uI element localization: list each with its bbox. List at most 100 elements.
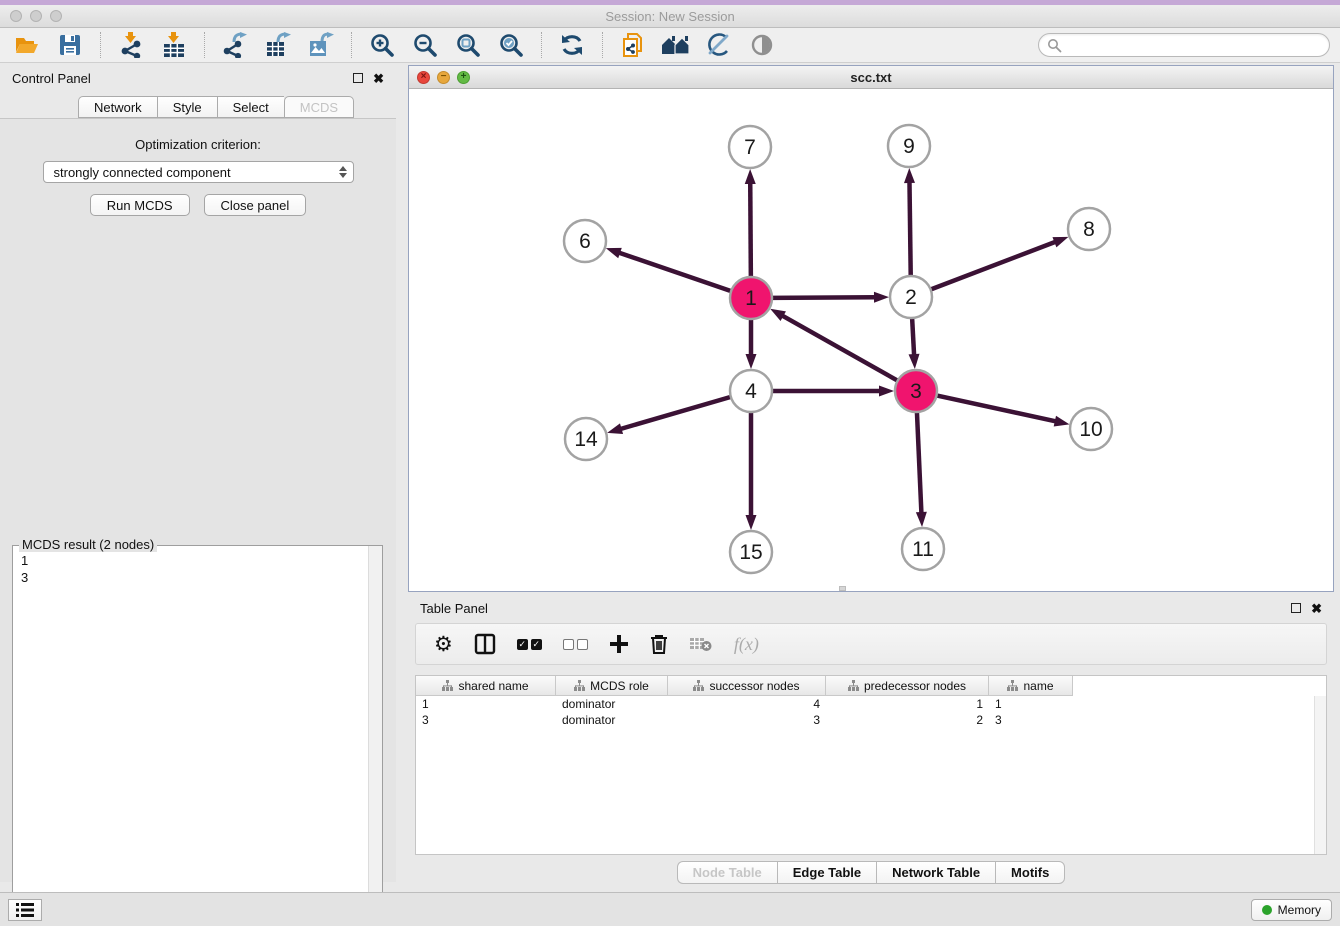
mcds-result-lines: 1 3 xyxy=(13,548,367,922)
edge-3-1[interactable] xyxy=(781,315,897,381)
edge-arrowhead xyxy=(879,386,894,397)
table-cell[interactable]: dominator xyxy=(556,696,668,712)
select-stepper-icon xyxy=(339,166,347,178)
table-tab-motifs[interactable]: Motifs xyxy=(995,861,1065,884)
search-input[interactable] xyxy=(1062,38,1321,52)
app-titlebar: Session: New Session xyxy=(0,5,1340,28)
criterion-value: strongly connected component xyxy=(54,165,231,180)
table-cell[interactable]: 2 xyxy=(826,712,989,728)
add-column-icon[interactable] xyxy=(609,631,629,657)
toolbar-separator xyxy=(351,32,352,58)
column-header-label: MCDS role xyxy=(590,679,649,693)
zoom-fit-icon[interactable] xyxy=(451,31,485,59)
control-tab-mcds[interactable]: MCDS xyxy=(284,96,354,118)
edge-2-8[interactable] xyxy=(931,241,1057,289)
apply-function-icon[interactable]: f(x) xyxy=(734,631,759,657)
mcds-tab-content: Optimization criterion: strongly connect… xyxy=(0,118,396,882)
hide-selected-icon[interactable] xyxy=(702,31,736,59)
graph-node-label: 6 xyxy=(579,230,591,253)
table-row: 3dominator323 xyxy=(416,712,1326,728)
result-scrollbar[interactable] xyxy=(368,546,382,922)
import-table-icon[interactable] xyxy=(157,31,191,59)
export-network-icon[interactable] xyxy=(218,31,252,59)
close-panel-button[interactable]: Close panel xyxy=(204,194,307,216)
refresh-view-icon[interactable] xyxy=(555,31,589,59)
edge-arrowhead xyxy=(916,512,927,527)
network-canvas[interactable]: 1234678910111415 xyxy=(409,89,1333,591)
column-header-label: predecessor nodes xyxy=(864,679,966,693)
graph-node-label: 3 xyxy=(910,380,922,403)
table-cell[interactable]: dominator xyxy=(556,712,668,728)
float-panel-icon[interactable] xyxy=(1291,603,1301,613)
table-tab-edge-table[interactable]: Edge Table xyxy=(777,861,876,884)
zoom-in-icon[interactable] xyxy=(365,31,399,59)
table-cell[interactable]: 3 xyxy=(668,712,826,728)
search-field[interactable] xyxy=(1038,33,1330,57)
edge-1-7[interactable] xyxy=(750,182,751,277)
edge-arrowhead xyxy=(904,168,915,183)
task-history-button[interactable] xyxy=(8,899,42,921)
table-cell[interactable]: 1 xyxy=(416,696,556,712)
table-cell[interactable]: 3 xyxy=(416,712,556,728)
edge-2-9[interactable] xyxy=(909,181,910,276)
edge-4-14[interactable] xyxy=(620,397,731,429)
graph-node-label: 1 xyxy=(745,287,757,310)
network-view-frame: × − + scc.txt 1234678910111415 xyxy=(408,65,1334,592)
float-panel-icon[interactable] xyxy=(353,73,363,83)
table-options-icon[interactable]: ⚙ xyxy=(434,631,453,657)
memory-button[interactable]: Memory xyxy=(1251,899,1332,921)
import-network-icon[interactable] xyxy=(114,31,148,59)
select-all-icon[interactable]: ✓✓ xyxy=(517,631,542,657)
edge-1-6[interactable] xyxy=(618,252,731,291)
table-tab-network-table[interactable]: Network Table xyxy=(876,861,995,884)
delete-table-icon[interactable] xyxy=(689,631,713,657)
control-tab-select[interactable]: Select xyxy=(217,96,284,118)
run-mcds-button[interactable]: Run MCDS xyxy=(90,194,190,216)
table-scrollbar[interactable] xyxy=(1314,696,1326,854)
edge-arrowhead xyxy=(874,292,889,303)
edge-arrowhead xyxy=(1052,237,1068,247)
clone-network-icon[interactable] xyxy=(616,31,650,59)
network-frame-titlebar[interactable]: × − + scc.txt xyxy=(409,66,1333,89)
network-frame-title: scc.txt xyxy=(409,70,1333,85)
edge-1-2[interactable] xyxy=(772,297,876,298)
table-cell[interactable]: 4 xyxy=(668,696,826,712)
graph-node-label: 8 xyxy=(1083,218,1095,241)
zoom-selected-icon[interactable] xyxy=(494,31,528,59)
edge-3-10[interactable] xyxy=(937,395,1057,421)
table-tab-node-table[interactable]: Node Table xyxy=(677,861,777,884)
graph-node-label: 2 xyxy=(905,286,917,309)
column-selector-icon[interactable] xyxy=(474,631,496,657)
column-header-predecessor-nodes[interactable]: predecessor nodes xyxy=(826,676,989,696)
save-session-icon[interactable] xyxy=(53,31,87,59)
column-sort-icon xyxy=(693,680,704,691)
table-cell[interactable]: 1 xyxy=(989,696,1073,712)
mcds-result-box[interactable]: MCDS result (2 nodes) 1 3 xyxy=(12,545,383,923)
splitter-grabber[interactable] xyxy=(839,586,846,591)
close-panel-icon[interactable]: ✖ xyxy=(373,72,384,85)
table-cell[interactable]: 3 xyxy=(989,712,1073,728)
export-table-icon[interactable] xyxy=(261,31,295,59)
toggle-graphics-details-icon[interactable] xyxy=(745,31,779,59)
column-header-name[interactable]: name xyxy=(989,676,1073,696)
list-icon xyxy=(16,903,34,917)
edge-2-3[interactable] xyxy=(912,318,914,356)
graph-node-label: 15 xyxy=(739,541,762,564)
zoom-out-icon[interactable] xyxy=(408,31,442,59)
control-tab-network[interactable]: Network xyxy=(78,96,157,118)
close-panel-icon[interactable]: ✖ xyxy=(1311,602,1322,615)
delete-column-icon[interactable] xyxy=(650,631,668,657)
edge-arrowhead xyxy=(745,169,756,184)
column-header-successor-nodes[interactable]: successor nodes xyxy=(668,676,826,696)
control-tab-style[interactable]: Style xyxy=(157,96,217,118)
criterion-select[interactable]: strongly connected component xyxy=(43,161,354,183)
export-image-icon[interactable] xyxy=(304,31,338,59)
column-header-label: shared name xyxy=(458,679,528,693)
table-cell[interactable]: 1 xyxy=(826,696,989,712)
open-session-icon[interactable] xyxy=(10,31,44,59)
edge-3-11[interactable] xyxy=(917,412,922,514)
home-icon[interactable] xyxy=(659,31,693,59)
column-header-MCDS-role[interactable]: MCDS role xyxy=(556,676,668,696)
unselect-all-icon[interactable] xyxy=(563,631,588,657)
column-header-shared-name[interactable]: shared name xyxy=(416,676,556,696)
